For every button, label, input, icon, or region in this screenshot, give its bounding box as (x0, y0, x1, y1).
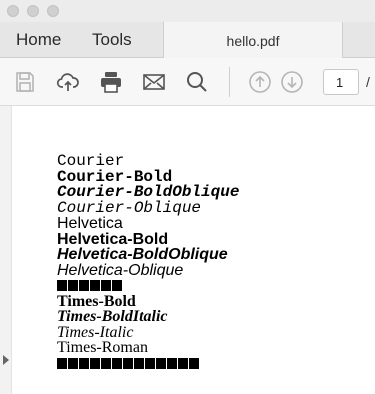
page-number-input[interactable] (323, 69, 359, 95)
toolbar: / (0, 58, 375, 106)
glyph-block (112, 280, 122, 292)
glyph-block (79, 357, 89, 369)
upload-button[interactable] (54, 68, 82, 96)
glyph-block (178, 357, 188, 369)
font-sample-line: Times-BoldItalic (57, 308, 168, 325)
symbol-font-blocks (57, 278, 239, 294)
close-window-button[interactable] (7, 5, 19, 17)
page-up-icon (249, 71, 271, 93)
glyph-block (145, 357, 155, 369)
font-sample-line: Times-Bold (57, 292, 136, 310)
glyph-block (123, 357, 133, 369)
font-sample-line: Helvetica-BoldOblique (57, 246, 228, 263)
glyph-block (156, 357, 166, 369)
save-icon (16, 72, 34, 92)
left-panel-gutter (0, 106, 12, 394)
email-button[interactable] (140, 68, 168, 96)
document-view: Courier Courier-Bold Courier-BoldOblique… (0, 106, 375, 394)
glyph-block (79, 280, 89, 292)
print-icon (101, 72, 121, 93)
print-button[interactable] (97, 68, 125, 96)
page-separator: / (366, 74, 370, 90)
page-down-icon (281, 71, 303, 93)
glyph-block (189, 357, 199, 369)
glyph-block (90, 357, 100, 369)
glyph-block (101, 357, 111, 369)
glyph-block (57, 357, 67, 369)
tab-home[interactable]: Home (16, 30, 61, 50)
font-sample-line: Courier-Oblique (57, 198, 202, 217)
tab-tools[interactable]: Tools (92, 30, 132, 50)
search-button[interactable] (183, 68, 211, 96)
glyph-block (112, 357, 122, 369)
glyph-block (90, 280, 100, 292)
window-titlebar (0, 0, 375, 22)
next-page-button[interactable] (278, 68, 306, 96)
font-sample-line: Times-Italic (57, 323, 134, 341)
font-sample-line: Times-Roman (57, 339, 148, 356)
glyph-block (68, 357, 78, 369)
toolbar-divider (229, 67, 230, 97)
glyph-block (68, 280, 78, 292)
pdf-page-content: Courier Courier-Bold Courier-BoldOblique… (57, 153, 239, 372)
glyph-block (101, 280, 111, 292)
document-tab[interactable]: hello.pdf (163, 22, 343, 58)
previous-page-button[interactable] (246, 68, 274, 96)
minimize-window-button[interactable] (27, 5, 39, 17)
cloud-upload-icon (56, 73, 79, 91)
zoom-window-button[interactable] (47, 5, 59, 17)
glyph-block (134, 357, 144, 369)
font-sample-line: Helvetica (57, 215, 123, 232)
font-sample-line: Helvetica-Bold (57, 230, 169, 248)
glyph-block (57, 280, 67, 292)
tab-bar: Home Tools hello.pdf (0, 22, 375, 58)
email-icon (143, 74, 165, 90)
expand-panel-icon[interactable] (3, 355, 9, 365)
font-sample-line: Helvetica-Oblique (57, 261, 184, 279)
save-button[interactable] (11, 68, 39, 96)
document-tab-title: hello.pdf (226, 33, 280, 49)
glyph-block (167, 357, 177, 369)
search-icon (187, 72, 207, 92)
dingbat-font-blocks (57, 356, 239, 372)
